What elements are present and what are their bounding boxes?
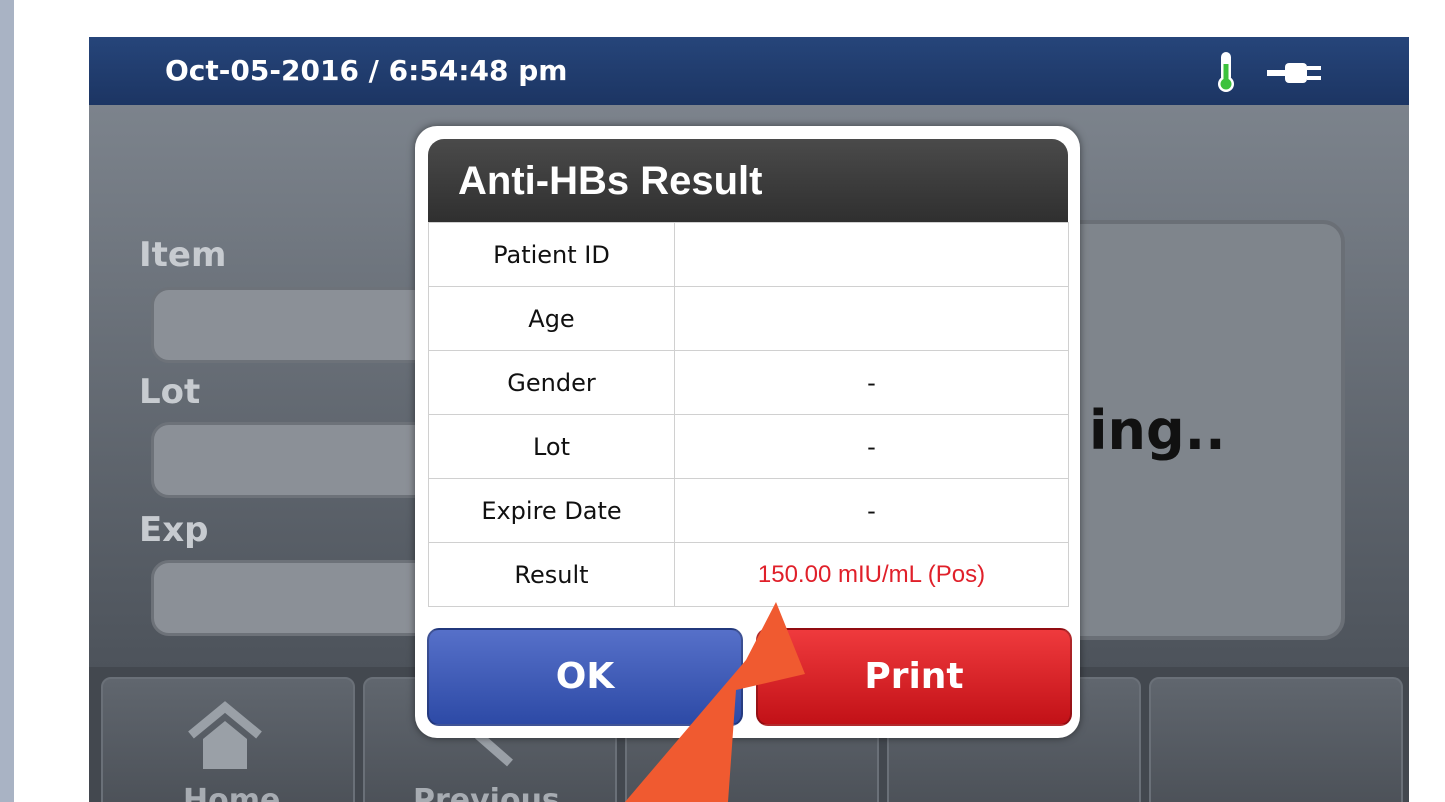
table-row: Expire Date - xyxy=(428,478,1069,543)
home-nav-button[interactable]: Home xyxy=(101,677,355,802)
row-value: - xyxy=(674,478,1069,543)
status-text: ing.. xyxy=(1089,399,1226,462)
print-button[interactable]: Print xyxy=(756,628,1072,726)
datetime-text: Oct-05-2016 / 6:54:48 pm xyxy=(165,54,568,87)
previous-nav-label: Previous xyxy=(413,783,560,802)
table-row: Age xyxy=(428,286,1069,351)
row-label: Expire Date xyxy=(428,478,675,543)
row-value xyxy=(674,222,1069,287)
home-icon xyxy=(188,701,262,769)
dialog-title: Anti-HBs Result xyxy=(428,139,1068,223)
result-value: 150.00 mIU/mL (Pos) xyxy=(674,542,1069,607)
result-table: Patient ID Age Gender - Lot - Expire Dat… xyxy=(428,222,1069,607)
table-row: Patient ID xyxy=(428,222,1069,287)
item-label: Item xyxy=(139,235,227,275)
lot-field xyxy=(151,422,457,498)
left-margin-strip xyxy=(0,0,14,802)
exp-field xyxy=(151,560,457,636)
power-plug-icon xyxy=(1267,63,1321,83)
table-row: Lot - xyxy=(428,414,1069,479)
lot-label: Lot xyxy=(139,372,201,412)
table-row: Result 150.00 mIU/mL (Pos) xyxy=(428,542,1069,607)
row-value: - xyxy=(674,350,1069,415)
nav-button-5[interactable] xyxy=(1149,677,1403,802)
row-label: Result xyxy=(428,542,675,607)
row-label: Lot xyxy=(428,414,675,479)
row-value xyxy=(674,286,1069,351)
table-row: Gender - xyxy=(428,350,1069,415)
status-bar: Oct-05-2016 / 6:54:48 pm xyxy=(89,37,1409,105)
ok-button[interactable]: OK xyxy=(427,628,743,726)
row-value: - xyxy=(674,414,1069,479)
home-nav-label: Home xyxy=(183,783,281,802)
thermometer-icon xyxy=(1218,52,1234,92)
exp-label: Exp xyxy=(139,510,209,550)
result-dialog: Anti-HBs Result Patient ID Age Gender - … xyxy=(415,126,1080,738)
row-label: Age xyxy=(428,286,675,351)
row-label: Patient ID xyxy=(428,222,675,287)
row-label: Gender xyxy=(428,350,675,415)
item-field xyxy=(151,287,457,363)
